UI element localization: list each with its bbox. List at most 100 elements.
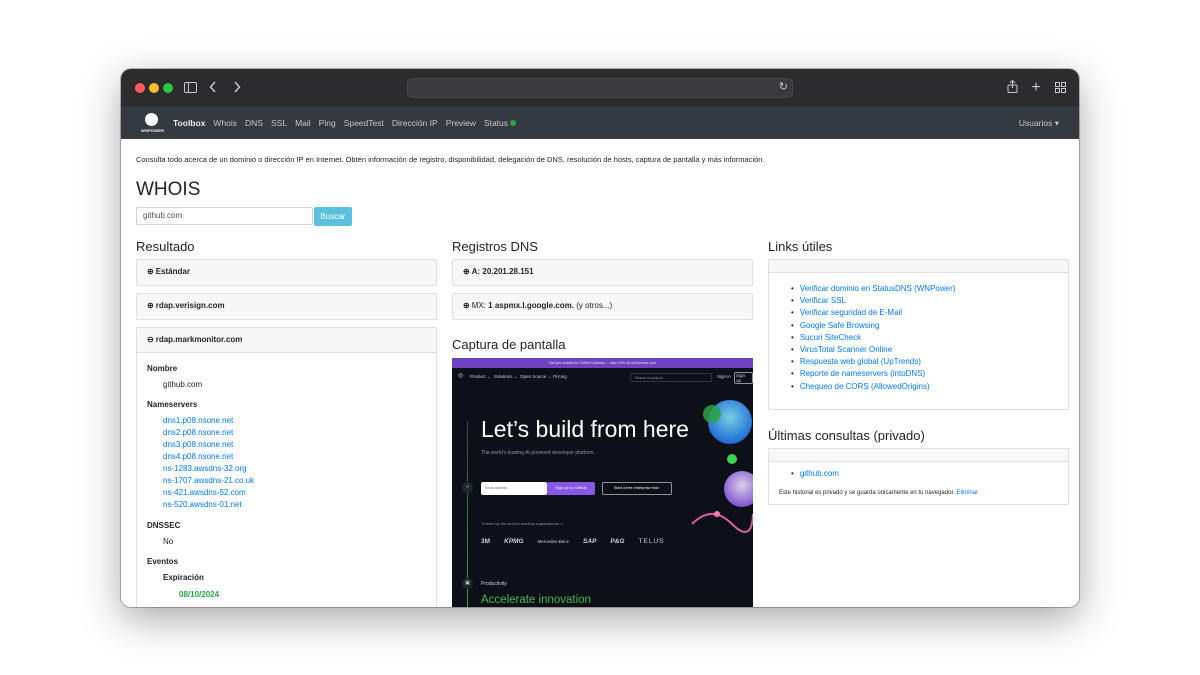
nameserver-link[interactable]: dns1.p08.nsone.net: [163, 416, 233, 425]
history-note: Este historial es privado y se guarda ún…: [779, 490, 978, 496]
screenshot-search: Search or jump to...: [630, 373, 712, 382]
nav-preview[interactable]: Preview: [446, 118, 476, 128]
nav-status[interactable]: Status: [483, 118, 517, 128]
screenshot-nav-item: Solutions ⌄: [494, 374, 518, 379]
screenshot-productivity: Productivity: [481, 581, 507, 587]
useful-link[interactable]: VirusTotal Scanner Online: [791, 344, 955, 356]
share-icon[interactable]: [1005, 78, 1019, 98]
search-button[interactable]: Buscar: [314, 207, 352, 226]
expand-icon: ⊕: [463, 301, 470, 310]
screenshot-banner: Get your tickets for GitHub Universe — t…: [452, 358, 753, 368]
card-rdap-verisign[interactable]: ⊕ rdap.verisign.com: [136, 293, 437, 320]
ultimas-title: Últimas consultas (privado): [768, 428, 925, 443]
nav-menu: Toolbox Whois DNS SSL Mail Ping SpeedTes…: [173, 107, 517, 139]
captura-title: Captura de pantalla: [452, 337, 566, 352]
screenshot-signin: Sign in: [717, 374, 731, 379]
nav-direccion-ip[interactable]: Dirección IP: [392, 118, 438, 128]
card-rdap-markmonitor: ⊖ rdap.markmonitor.com Nombre github.com …: [136, 327, 437, 607]
nav-toolbox[interactable]: Toolbox: [173, 118, 205, 128]
sidebar-toggle-icon[interactable]: [183, 78, 197, 98]
useful-link[interactable]: Chequeo de CORS (AllowedOrigins): [791, 381, 955, 393]
nameserver-link[interactable]: dns2.p08.nsone.net: [163, 428, 233, 437]
dnssec-value: No: [163, 537, 174, 546]
website-screenshot: Get your tickets for GitHub Universe — t…: [452, 358, 753, 607]
nameserver-link[interactable]: ns-520.awsdns-01.net: [163, 500, 242, 509]
back-icon[interactable]: [207, 78, 219, 98]
expand-icon: ⊕: [147, 267, 154, 276]
links-card: Verificar dominio en StatusDNS (WNPower)…: [768, 259, 1069, 410]
nombre-label: Nombre: [147, 364, 178, 373]
hero-illustration: [691, 400, 753, 533]
wnpower-logo[interactable]: WNPOWER: [141, 113, 164, 135]
registros-column: Registros DNS ⊕ A: 20.201.28.151 ⊕ MX: 1 a…: [452, 239, 753, 607]
card-title: Estándar: [155, 267, 190, 276]
address-bar[interactable]: ↻: [407, 78, 793, 98]
screenshot-accelerate: Accelerate innovation: [481, 594, 591, 606]
nameserver-link[interactable]: dns4.p08.nsone.net: [163, 452, 233, 461]
nav-speedtest[interactable]: SpeedTest: [344, 118, 384, 128]
screenshot-email-field: Email address: [481, 482, 547, 495]
productivity-icon: ▣: [462, 578, 473, 589]
close-window-button[interactable]: [135, 83, 145, 93]
nameserver-link[interactable]: dns3.p08.nsone.net: [163, 440, 233, 449]
useful-link[interactable]: Verificar dominio en StatusDNS (WNPower): [791, 283, 956, 295]
status-indicator-icon: [510, 120, 517, 126]
delete-history-link[interactable]: Eliminar: [956, 490, 978, 496]
logo-telus: TELUS: [638, 537, 665, 545]
nameservers-label: Nameservers: [147, 400, 198, 409]
a-record-value: 20.201.28.151: [482, 267, 534, 276]
links-title: Links útiles: [768, 239, 833, 254]
card-mx-record[interactable]: ⊕ MX: 1 aspmx.l.google.com. (y otros...): [452, 293, 753, 320]
nav-ssl[interactable]: SSL: [271, 118, 287, 128]
screenshot-hero: Let’s build from here: [481, 416, 689, 442]
main-content: Consulta todo acerca de un dominio o dir…: [121, 139, 1079, 607]
useful-link[interactable]: Verificar SSL: [791, 295, 955, 307]
card-title: rdap.markmonitor.com: [155, 335, 243, 344]
useful-link[interactable]: Sucuri SiteCheck: [791, 332, 955, 344]
useful-link[interactable]: Google Safe Browsing: [791, 320, 955, 332]
reload-icon[interactable]: ↻: [779, 80, 788, 93]
nav-dns[interactable]: DNS: [245, 118, 263, 128]
zoom-window-button[interactable]: [163, 83, 173, 93]
useful-link[interactable]: Verificar seguridad de E-Mail: [791, 307, 955, 319]
resultado-column: Resultado ⊕ Estándar ⊕ rdap.verisign.com ⊖…: [136, 239, 437, 607]
card-header: [769, 449, 1068, 462]
expiracion-label: Expiración: [163, 573, 204, 582]
card-a-record[interactable]: ⊕ A: 20.201.28.151: [452, 259, 753, 286]
card-header: ⊕ Estándar: [137, 260, 436, 285]
links-list: Verificar dominio en StatusDNS (WNPower)…: [791, 283, 956, 393]
new-tab-icon[interactable]: +: [1029, 78, 1043, 98]
nav-ping[interactable]: Ping: [319, 118, 336, 128]
logo-kpmg: KPMG: [504, 537, 524, 545]
nameserver-link[interactable]: ns-1283.awsdns-32.org: [163, 464, 247, 473]
nav-mail[interactable]: Mail: [295, 118, 311, 128]
registros-title: Registros DNS: [452, 239, 538, 254]
nombre-value: github.com: [163, 380, 203, 389]
card-title: rdap.verisign.com: [155, 301, 225, 310]
domain-search-input[interactable]: github.com: [136, 207, 313, 225]
nav-status-label: Status: [483, 118, 509, 128]
history-note-text: Este historial es privado y se guarda ún…: [779, 490, 957, 496]
forward-icon[interactable]: [231, 78, 243, 98]
tab-overview-icon[interactable]: [1053, 78, 1067, 98]
card-header[interactable]: ⊖ rdap.markmonitor.com: [137, 328, 436, 353]
screenshot-nav-item: Pricing: [553, 374, 567, 379]
useful-link[interactable]: Respuesta web global (UpTrends): [791, 356, 955, 368]
ultimas-card: github.com Este historial es privado y s…: [768, 448, 1069, 505]
expand-icon: ⊕: [463, 267, 470, 276]
recent-query-link[interactable]: github.com: [791, 469, 839, 478]
dnssec-label: DNSSEC: [147, 521, 181, 530]
logo-pg: P&G: [610, 537, 625, 545]
logo-sap: SAP: [583, 537, 597, 545]
useful-link[interactable]: Reporte de nameservers (intoDNS): [791, 368, 955, 380]
minimize-window-button[interactable]: [149, 83, 159, 93]
screenshot-enterprise-button: Start a free enterprise trial ›: [602, 482, 672, 495]
nav-whois[interactable]: Whois: [213, 118, 237, 128]
user-menu[interactable]: Usuarios ▾: [1019, 107, 1059, 139]
card-estandar[interactable]: ⊕ Estándar: [136, 259, 437, 286]
nameserver-link[interactable]: ns-1707.awsdns-21.co.uk: [163, 476, 254, 485]
screenshot-signup-button: Sign up for GitHub: [547, 482, 595, 495]
browser-window: ↻ + WNPOWER Toolbox Whois DNS SSL Mail P…: [121, 69, 1079, 607]
logo-mercedes: Mercedes-Benz: [537, 538, 570, 544]
nameserver-link[interactable]: ns-421.awsdns-52.com: [163, 488, 246, 497]
